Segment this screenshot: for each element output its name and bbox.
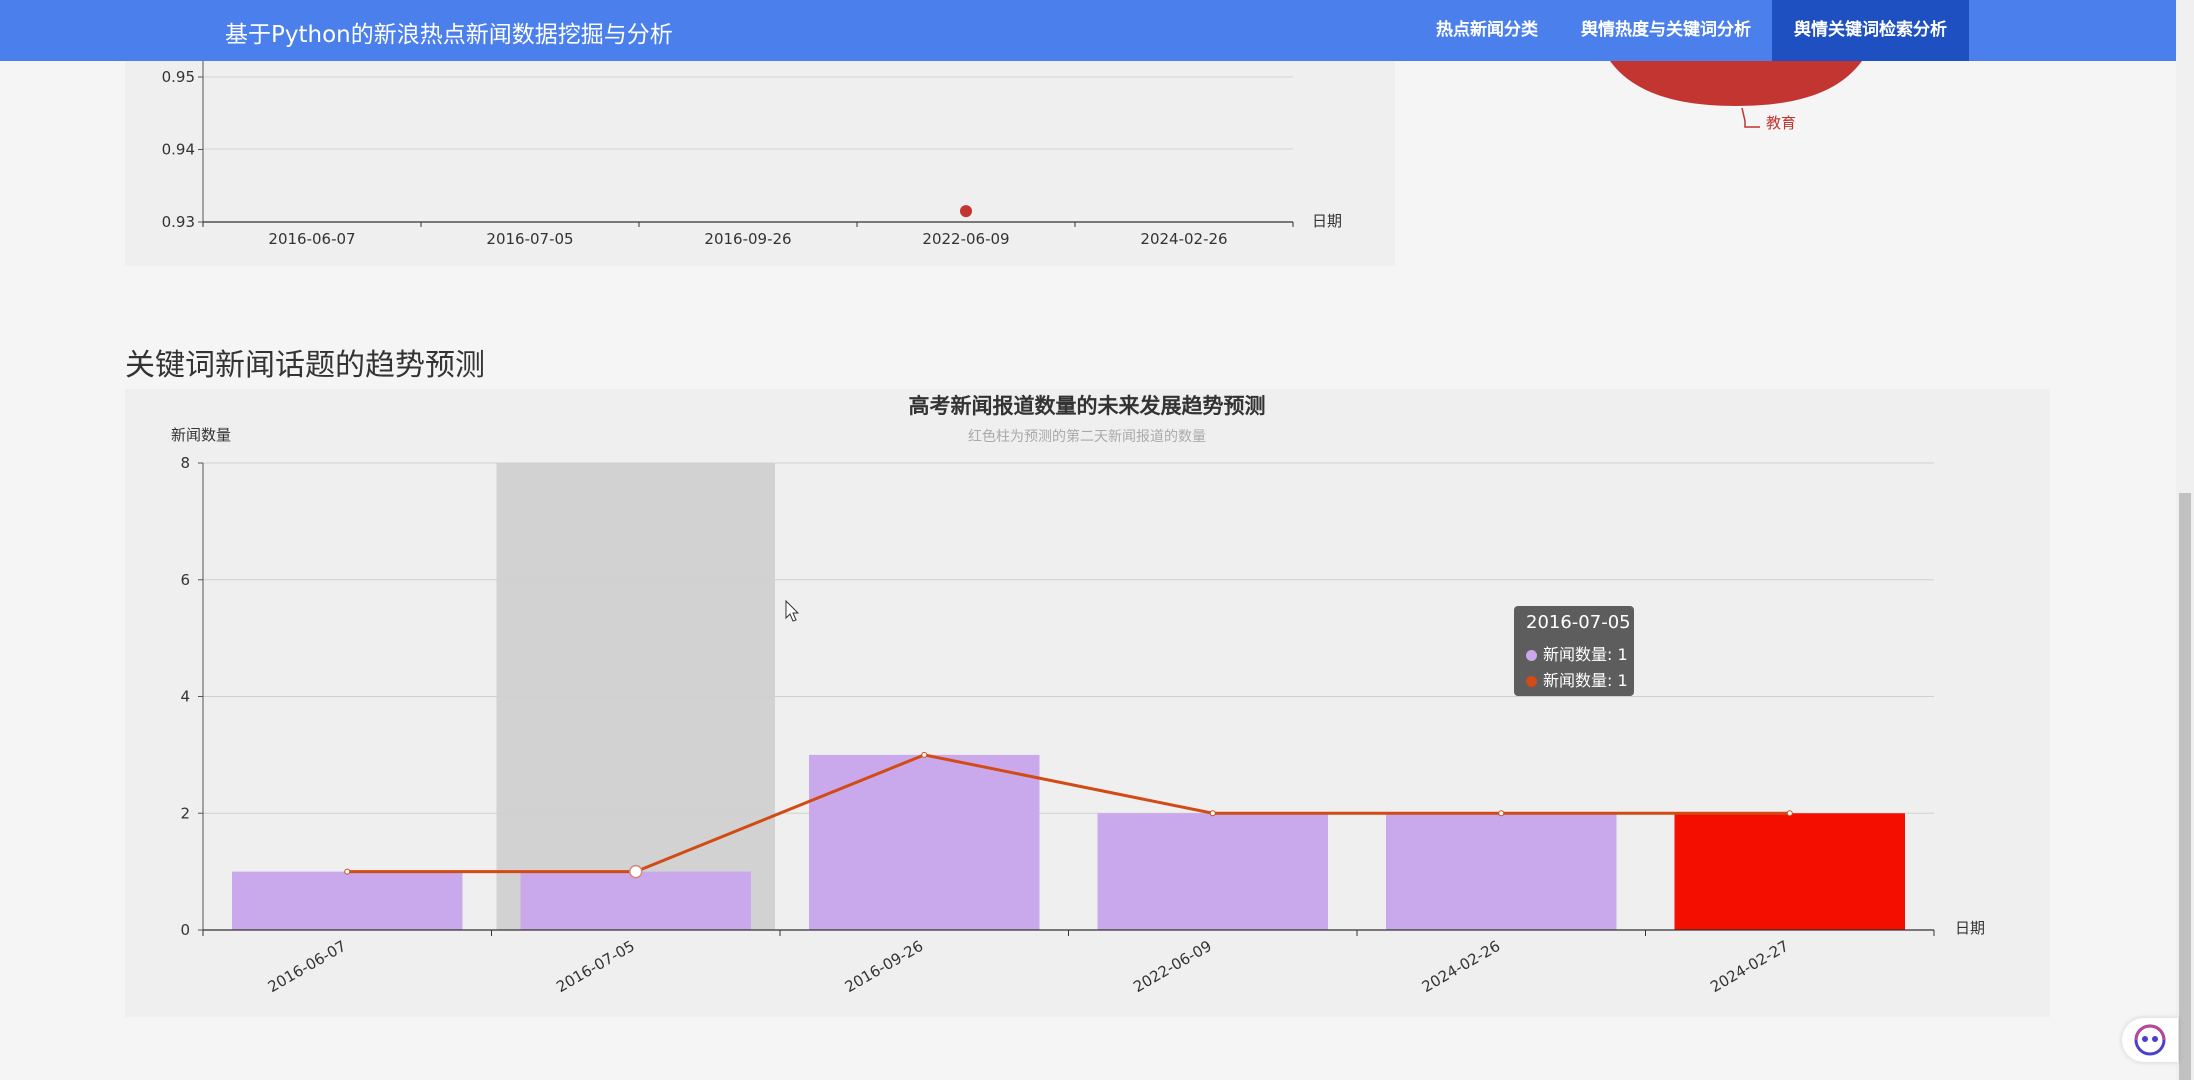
top-scatter-chart: 0.95 0.94 0.93 2016-06-07 2016-07-05 2016-09…: [162, 61, 1342, 248]
y-tick-label: 8: [180, 454, 190, 472]
bar: [809, 754, 1040, 930]
scatter-point: [960, 205, 972, 218]
x-tick-label: 2016-07-05: [486, 230, 573, 248]
line-point: [1498, 810, 1505, 817]
x-axis-name: 日期: [1955, 919, 1985, 937]
tooltip-row: 新闻数量: 1: [1526, 641, 1628, 665]
line-point: [629, 864, 643, 879]
mouse-cursor-icon: [785, 599, 800, 622]
tooltip-row: 新闻数量: 1: [1526, 667, 1628, 691]
series-color-dot: [1526, 650, 1537, 661]
x-tick-label: 2016-07-05: [553, 937, 638, 996]
bar: [1097, 813, 1328, 930]
app-title[interactable]: 基于Python的新浪热点新闻数据挖掘与分析: [225, 15, 673, 49]
bar: [1386, 813, 1617, 930]
tooltip-row-text: 新闻数量: 1: [1543, 645, 1628, 664]
line-point: [921, 751, 928, 758]
nav-keyword-search-analysis[interactable]: 舆情关键词检索分析: [1772, 0, 1969, 61]
bar: [520, 871, 751, 930]
y-tick-label: 0.94: [162, 141, 195, 159]
pie-chart-fragment: 教育: [1610, 61, 1862, 132]
y-axis-name: 新闻数量: [171, 426, 231, 444]
line-point: [344, 868, 351, 875]
x-tick-label: 2022-06-09: [922, 230, 1009, 248]
nav-heat-keyword-analysis[interactable]: 舆情热度与关键词分析: [1568, 0, 1764, 61]
trend-prediction-chart[interactable]: 高考新闻报道数量的未来发展趋势预测 红色柱为预测的第二天新闻报道的数量 新闻数量…: [125, 389, 2050, 1017]
line-point: [1209, 810, 1216, 817]
y-tick-label: 0: [180, 921, 190, 939]
x-tick-label: 2016-09-26: [842, 937, 927, 996]
chart-tooltip: 2016-07-05 新闻数量: 1 新闻数量: 1: [1514, 606, 1634, 696]
pie-slice-education: [1610, 61, 1862, 106]
floating-assistant-button[interactable]: [2122, 1018, 2178, 1062]
robot-icon: [2134, 1024, 2166, 1056]
x-tick-label: 2024-02-27: [1707, 937, 1792, 996]
x-tick-label: 2022-06-09: [1130, 937, 1215, 996]
x-tick-label: 2024-02-26: [1140, 230, 1227, 248]
section-title: 关键词新闻话题的趋势预测: [125, 348, 485, 383]
x-tick-label: 2016-06-07: [265, 937, 350, 996]
page-scrollbar-thumb[interactable]: [2179, 493, 2191, 1080]
x-tick-label: 2024-02-26: [1419, 937, 1504, 996]
y-tick-label: 0.93: [162, 213, 195, 231]
x-tick-label: 2016-09-26: [704, 230, 791, 248]
series-color-dot: [1526, 676, 1537, 687]
tooltip-title: 2016-07-05: [1526, 612, 1631, 633]
line-point: [1786, 810, 1793, 817]
x-tick-label: 2016-06-07: [268, 230, 355, 248]
chart-title: 高考新闻报道数量的未来发展趋势预测: [909, 394, 1266, 418]
pie-label-line: [1741, 107, 1760, 128]
top-navbar: 基于Python的新浪热点新闻数据挖掘与分析 热点新闻分类 舆情热度与关键词分析…: [0, 0, 2176, 61]
chart-subtitle: 红色柱为预测的第二天新闻报道的数量: [968, 428, 1206, 445]
bar: [232, 871, 463, 930]
pie-label-education: 教育: [1766, 114, 1796, 132]
y-tick-label: 2: [180, 804, 190, 822]
y-tick-label: 6: [180, 571, 190, 589]
y-tick-label: 4: [180, 688, 190, 706]
x-axis-name: 日期: [1312, 212, 1342, 230]
tooltip-row-text: 新闻数量: 1: [1543, 671, 1628, 690]
predicted-bar: [1674, 813, 1905, 930]
nav-news-classification[interactable]: 热点新闻分类: [1414, 0, 1560, 61]
y-tick-label: 0.95: [162, 68, 195, 86]
